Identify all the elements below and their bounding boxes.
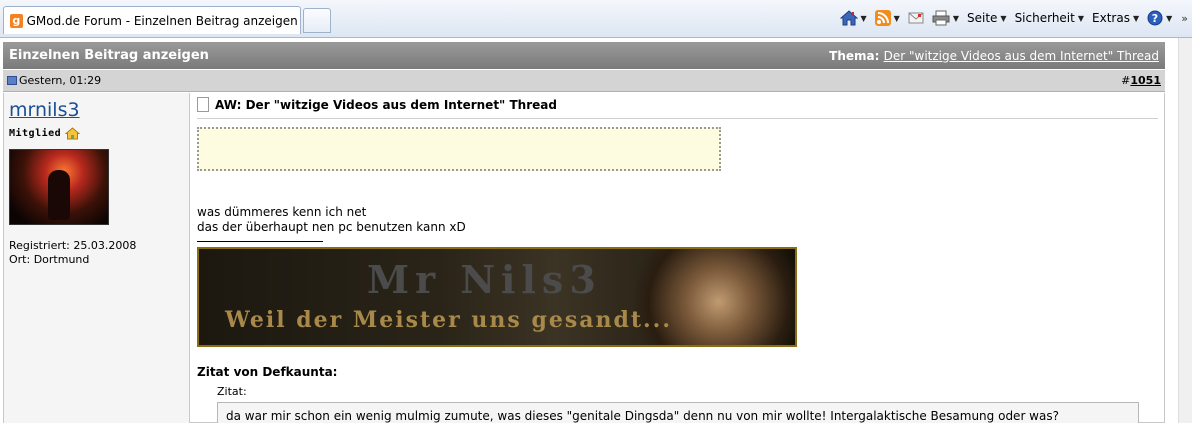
chevron-down-icon: ▼ (1077, 13, 1085, 23)
help-button[interactable]: ? ▼ (1144, 7, 1175, 29)
browser-toolbar: g GMod.de Forum - Einzelnen Beitrag anze… (0, 0, 1192, 38)
post-number-prefix: # (1121, 74, 1131, 87)
mail-button[interactable] (905, 7, 927, 29)
page-content: Einzelnen Beitrag anzeigen Thema: Der "w… (0, 38, 1178, 423)
home-icon (65, 127, 81, 140)
help-icon: ? (1147, 10, 1163, 26)
vertical-scrollbar[interactable] (1178, 38, 1192, 423)
tab-title: GMod.de Forum - Einzelnen Beitrag anzeig… (26, 13, 300, 28)
home-icon (839, 10, 858, 26)
post-date-text: Gestern, 01:29 (19, 74, 102, 87)
print-icon (932, 10, 950, 26)
chevron-down-icon: ▼ (1132, 13, 1140, 23)
post-body: mrnils3 Mitglied Registriert: 25.03.2008… (3, 93, 1165, 423)
site-favicon-icon: g (10, 13, 23, 28)
post-status-icon (7, 76, 17, 85)
user-details: Registriert: 25.03.2008 Ort: Dortmund (9, 239, 184, 267)
chevron-down-icon: ▼ (1000, 13, 1007, 23)
page-title: Einzelnen Beitrag anzeigen (9, 48, 209, 63)
tools-menu-label: Extras (1092, 11, 1130, 25)
username-link[interactable]: mrnils3 (9, 99, 184, 121)
rss-feed-icon (874, 10, 891, 26)
banner-title: Mr Nils3 (367, 257, 602, 302)
tools-menu-button[interactable]: Extras ▼ (1089, 7, 1142, 29)
home-button[interactable]: ▼ (837, 7, 870, 29)
toolbar-overflow-icon[interactable]: » (1181, 12, 1188, 25)
user-rank-text: Mitglied (9, 128, 62, 139)
svg-text:?: ? (1152, 12, 1158, 25)
chevron-down-icon: ▼ (1166, 13, 1173, 23)
user-info-panel: mrnils3 Mitglied Registriert: 25.03.2008… (4, 93, 190, 423)
avatar[interactable] (9, 149, 109, 225)
post-number: #1051 (1121, 74, 1161, 87)
document-icon (197, 97, 209, 112)
mail-icon (908, 12, 924, 24)
post-content: AW: Der "witzige Videos aus dem Internet… (191, 93, 1164, 423)
post-info-bar: Gestern, 01:29 #1051 (3, 70, 1165, 92)
user-registered: Registriert: 25.03.2008 (9, 239, 137, 252)
user-location: Ort: Dortmund (9, 253, 90, 266)
post-line: das der überhaupt nen pc benutzen kann x… (197, 220, 466, 234)
thread-link[interactable]: Der "witzige Videos aus dem Internet" Th… (884, 49, 1159, 63)
feeds-button[interactable]: ▼ (872, 7, 903, 29)
ad-placeholder (197, 127, 721, 171)
quote-label: Zitat: (217, 385, 247, 398)
post-title: AW: Der "witzige Videos aus dem Internet… (197, 97, 1158, 119)
post-number-link[interactable]: 1051 (1130, 74, 1161, 87)
chevron-down-icon[interactable]: ▼ (861, 14, 867, 23)
signature-divider (197, 241, 323, 242)
post-date: Gestern, 01:29 (7, 74, 101, 87)
thread-reference: Thema: Der "witzige Videos aus dem Inter… (829, 49, 1159, 63)
post-title-text: AW: Der "witzige Videos aus dem Internet… (215, 97, 557, 112)
signature-banner-image: Mr Nils3 Weil der Meister uns gesandt... (197, 247, 797, 347)
banner-subtitle: Weil der Meister uns gesandt... (225, 307, 672, 333)
post-header-bar: Einzelnen Beitrag anzeigen Thema: Der "w… (3, 42, 1165, 69)
thema-label: Thema: (829, 48, 880, 63)
chevron-down-icon[interactable]: ▼ (894, 14, 900, 23)
security-menu-button[interactable]: Sicherheit ▼ (1012, 7, 1087, 29)
page-menu-label: Seite (966, 11, 998, 25)
chevron-down-icon[interactable]: ▼ (953, 14, 959, 23)
quote-text: da war mir schon ein wenig mulmig zumute… (226, 409, 1059, 423)
post-line: was dümmeres kenn ich net (197, 205, 367, 219)
quote-box: da war mir schon ein wenig mulmig zumute… (217, 402, 1139, 423)
security-menu-label: Sicherheit (1014, 11, 1075, 25)
user-rank: Mitglied (9, 127, 184, 140)
browser-tab-active[interactable]: g GMod.de Forum - Einzelnen Beitrag anze… (3, 6, 301, 34)
new-tab-button[interactable] (303, 8, 331, 33)
quote-author: Zitat von Defkaunta: (197, 365, 338, 379)
post-message: was dümmeres kenn ich net das der überha… (197, 205, 1158, 235)
page-menu-button[interactable]: Seite ▼ (964, 7, 1010, 29)
command-bar: ▼ ▼ ▼ Seite ▼ Sicherheit ▼ Extras ▼ ? ▼ … (837, 6, 1188, 30)
print-button[interactable]: ▼ (929, 7, 962, 29)
